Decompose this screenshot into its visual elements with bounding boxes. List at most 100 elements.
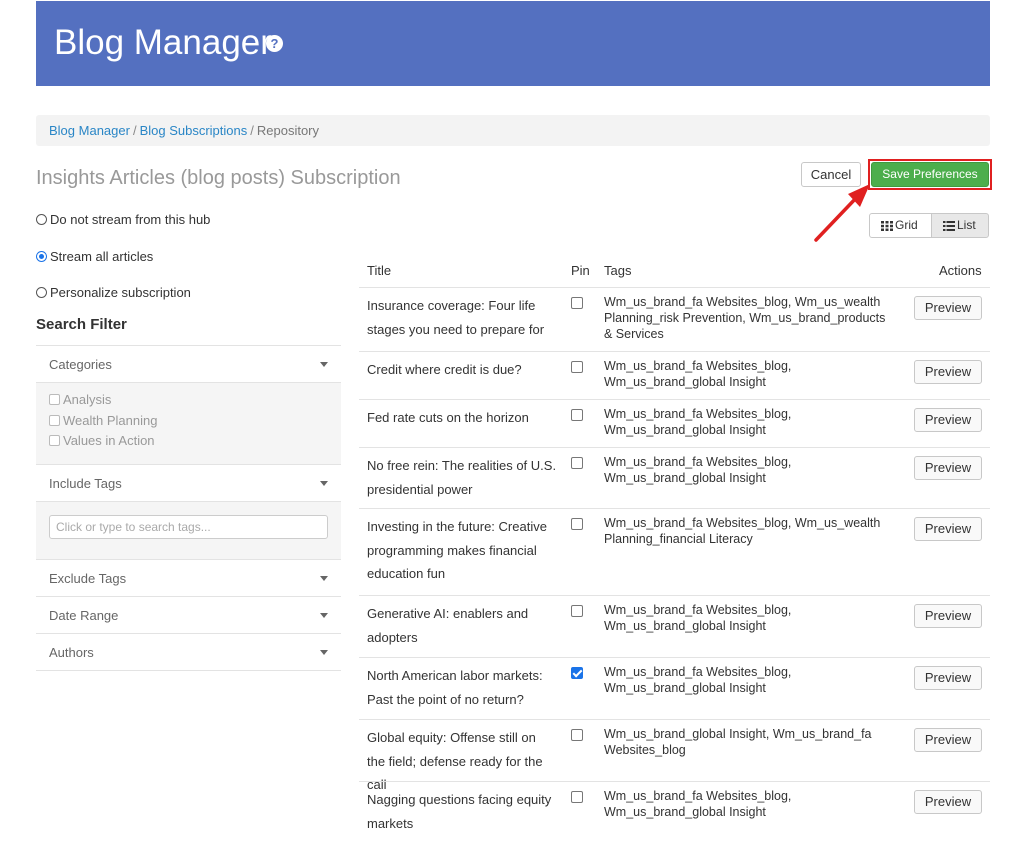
annotation-arrow-icon xyxy=(814,184,870,242)
list-label: List xyxy=(957,218,976,232)
table-row: Generative AI: enablers and adopters Wm_u… xyxy=(359,595,990,657)
category-item[interactable]: Analysis xyxy=(49,390,341,411)
row-title: No free rein: The realities of U.S. pres… xyxy=(367,458,557,497)
exclude-tags-label: Exclude Tags xyxy=(49,571,127,586)
row-tags: Wm_us_brand_fa Websites_blog, Wm_us_bran… xyxy=(604,665,792,695)
table-row: No free rein: The realities of U.S. pres… xyxy=(359,447,990,508)
row-tags: Wm_us_brand_fa Websites_blog, Wm_us_bran… xyxy=(604,359,792,389)
date-range-header[interactable]: Date Range xyxy=(36,596,341,633)
row-tags: Wm_us_brand_fa Websites_blog, Wm_us_bran… xyxy=(604,407,792,437)
row-tags: Wm_us_brand_global Insight, Wm_us_brand_… xyxy=(604,727,872,757)
category-item[interactable]: Wealth Planning xyxy=(49,411,341,432)
app-title: Blog Manager xyxy=(54,23,272,62)
include-tags-header[interactable]: Include Tags xyxy=(36,464,341,501)
preview-button[interactable]: Preview xyxy=(914,666,982,690)
row-title: Investing in the future: Creative progra… xyxy=(367,519,547,581)
col-tags-header: Tags xyxy=(604,263,632,278)
breadcrumb: Blog Manager / Blog Subscriptions / Reposito… xyxy=(36,115,990,146)
breadcrumb-separator: / xyxy=(132,123,137,138)
radio-personalize[interactable]: Personalize subscription xyxy=(36,285,191,300)
checkbox[interactable] xyxy=(49,414,60,426)
breadcrumb-blog-manager[interactable]: Blog Manager xyxy=(49,123,130,138)
preview-button[interactable]: Preview xyxy=(914,604,982,628)
row-tags: Wm_us_brand_fa Websites_blog, Wm_us_bran… xyxy=(604,455,792,485)
list-view-button[interactable]: List xyxy=(931,213,989,238)
category-item[interactable]: Values in Action xyxy=(49,431,341,452)
pin-checkbox[interactable] xyxy=(571,361,583,373)
category-label: Analysis xyxy=(63,392,112,407)
breadcrumb-separator: / xyxy=(250,123,254,138)
preview-button[interactable]: Preview xyxy=(914,408,982,432)
page-title: Insights Articles (blog posts) Subscript… xyxy=(36,167,401,189)
table-header: Title Pin Tags Actions xyxy=(359,255,990,287)
pin-checkbox[interactable] xyxy=(571,791,583,803)
grid-icon xyxy=(881,220,893,231)
include-tags-body: Click or type to search tags... xyxy=(36,501,341,559)
save-preferences-button[interactable]: Save Preferences xyxy=(871,162,989,187)
breadcrumb-current: Repository xyxy=(256,123,320,138)
radio-label: Do not stream from this hub xyxy=(50,212,211,227)
caret-down-icon xyxy=(320,481,328,486)
preview-button[interactable]: Preview xyxy=(914,456,982,480)
question-circle-icon[interactable]: ? xyxy=(266,35,283,52)
exclude-tags-header[interactable]: Exclude Tags xyxy=(36,559,341,596)
radio-button[interactable] xyxy=(36,214,47,225)
header-banner: Blog Manager ? xyxy=(36,1,990,86)
radio-label: Stream all articles xyxy=(50,249,154,264)
table-row: Investing in the future: Creative progra… xyxy=(359,508,990,595)
grid-label: Grid xyxy=(895,218,918,232)
checkbox[interactable] xyxy=(49,435,60,446)
checkbox[interactable] xyxy=(49,394,60,405)
radio-button[interactable] xyxy=(36,287,47,298)
pin-checkbox[interactable] xyxy=(571,667,583,679)
list-icon xyxy=(943,220,955,231)
caret-down-icon xyxy=(320,650,328,655)
categories-header[interactable]: Categories xyxy=(36,345,341,382)
preview-button[interactable]: Preview xyxy=(914,296,982,320)
row-tags: Wm_us_brand_fa Websites_blog, Wm_us_weal… xyxy=(604,516,881,546)
categories-body: Analysis Wealth Planning Values in Actio… xyxy=(36,382,341,464)
categories-label: Categories xyxy=(49,357,112,372)
radio-stream-all[interactable]: Stream all articles xyxy=(36,249,153,264)
col-title-header: Title xyxy=(367,263,392,278)
authors-header[interactable]: Authors xyxy=(36,633,341,670)
pin-checkbox[interactable] xyxy=(571,297,583,309)
include-tags-label: Include Tags xyxy=(49,476,122,491)
row-tags: Wm_us_brand_fa Websites_blog, Wm_us_bran… xyxy=(604,789,792,819)
col-actions-header: Actions xyxy=(939,263,982,278)
preview-button[interactable]: Preview xyxy=(914,790,982,814)
table-row: Insurance coverage: Four life stages you… xyxy=(359,287,990,351)
caret-down-icon xyxy=(320,613,328,618)
pin-checkbox[interactable] xyxy=(571,605,583,617)
table-row: North American labor markets: Past the p… xyxy=(359,657,990,719)
preview-button[interactable]: Preview xyxy=(914,360,982,384)
search-filter-title: Search Filter xyxy=(36,316,127,333)
row-tags: Wm_us_brand_fa Websites_blog, Wm_us_bran… xyxy=(604,603,792,633)
breadcrumb-blog-subscriptions[interactable]: Blog Subscriptions xyxy=(140,123,248,138)
radio-button[interactable] xyxy=(36,251,47,262)
pin-checkbox[interactable] xyxy=(571,518,583,530)
row-title: Fed rate cuts on the horizon xyxy=(367,410,529,425)
search-filter-accordion: Categories Analysis Wealth Planning Valu… xyxy=(36,345,341,671)
include-tags-input[interactable]: Click or type to search tags... xyxy=(49,515,328,539)
pin-checkbox[interactable] xyxy=(571,457,583,469)
table-row: Global equity: Offense still on the fiel… xyxy=(359,719,990,792)
row-title: North American labor markets: Past the p… xyxy=(367,668,543,707)
category-label: Values in Action xyxy=(63,433,155,448)
table-row: Credit where credit is due? Wm_us_brand_f… xyxy=(359,351,990,399)
pin-checkbox[interactable] xyxy=(571,409,583,421)
articles-table: Title Pin Tags Actions Insurance coverag… xyxy=(359,255,990,843)
pin-checkbox[interactable] xyxy=(571,729,583,741)
preview-button[interactable]: Preview xyxy=(914,517,982,541)
row-title: Credit where credit is due? xyxy=(367,362,522,377)
radio-do-not-stream[interactable]: Do not stream from this hub xyxy=(36,212,210,227)
radio-label: Personalize subscription xyxy=(50,285,191,300)
grid-view-button[interactable]: Grid xyxy=(869,213,932,238)
category-label: Wealth Planning xyxy=(63,412,158,428)
date-range-label: Date Range xyxy=(49,608,119,623)
row-title: Insurance coverage: Four life stages you… xyxy=(367,298,545,337)
caret-down-icon xyxy=(320,362,328,367)
table-row: Fed rate cuts on the horizon Wm_us_brand_… xyxy=(359,399,990,447)
preview-button[interactable]: Preview xyxy=(914,728,982,752)
table-body: Insurance coverage: Four life stages you… xyxy=(359,287,990,843)
